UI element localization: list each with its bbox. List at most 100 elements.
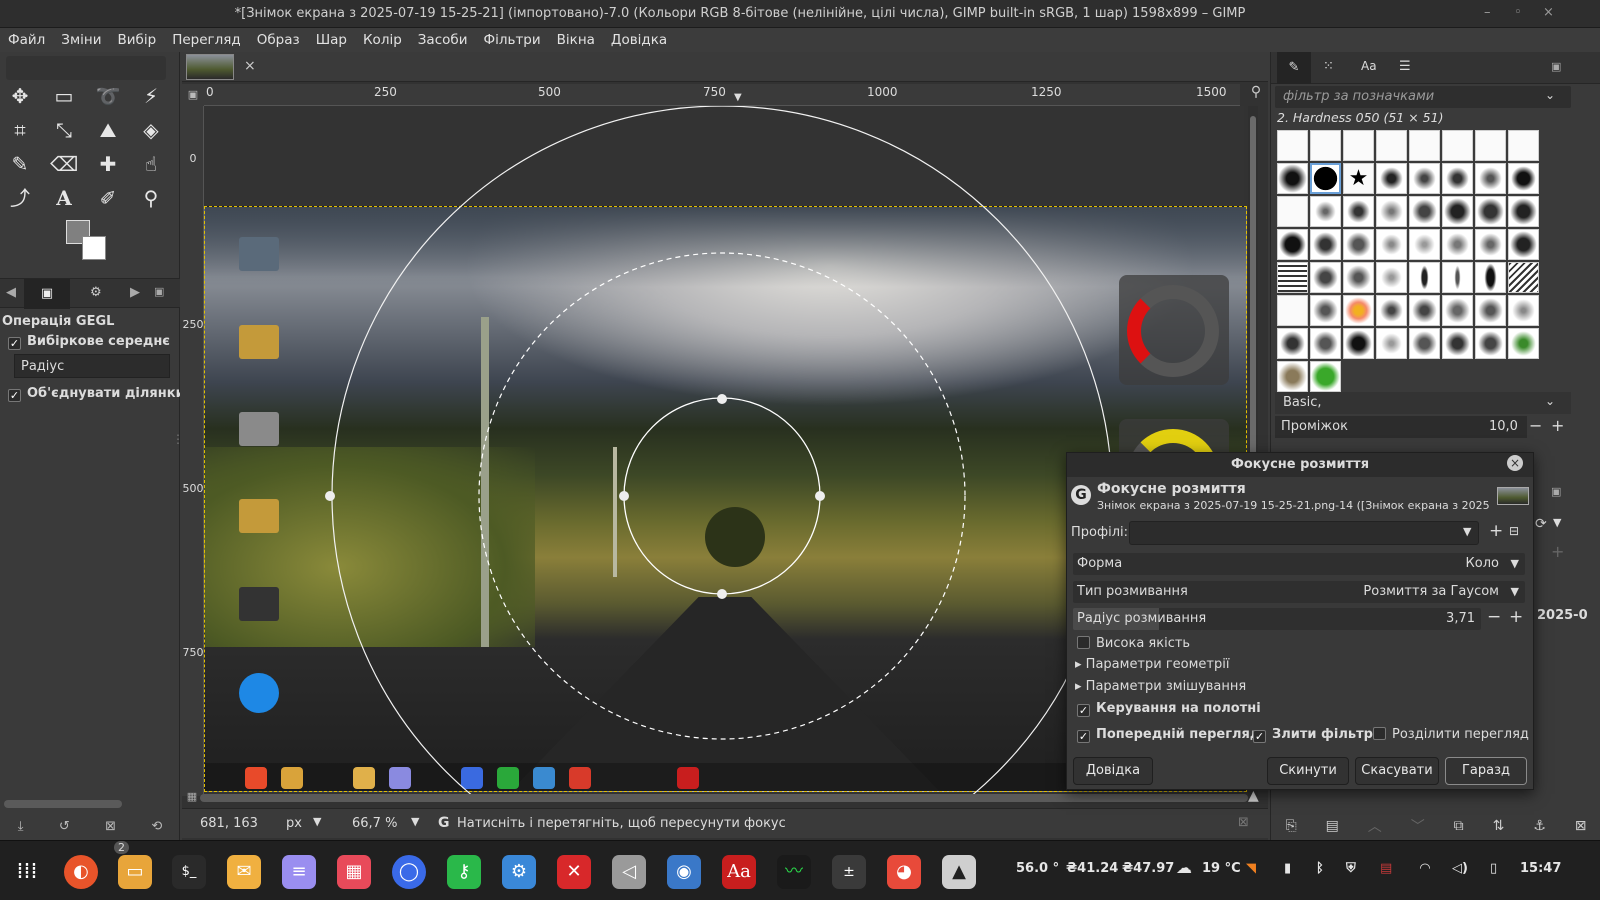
dock-menu-icon[interactable]: ▣ (1551, 485, 1561, 498)
app-launcher-icon[interactable]: ⁞⁞⁞ (10, 855, 44, 889)
heal-tool-icon[interactable]: ✚ (94, 150, 122, 178)
menu-tools[interactable]: Засоби (418, 32, 468, 48)
brush-thumb[interactable] (1277, 262, 1308, 293)
brush-thumb[interactable] (1409, 328, 1440, 359)
focus-handle[interactable] (717, 394, 727, 404)
smudge-tool-icon[interactable]: ☝ (137, 150, 165, 178)
mindmap-icon[interactable]: ⚷ (447, 855, 481, 889)
brush-grid[interactable]: ★ (1277, 130, 1541, 392)
background-color-swatch[interactable] (82, 236, 106, 260)
focus-handle[interactable] (717, 589, 727, 599)
anchor-layer-icon[interactable]: ⚓ (1533, 818, 1546, 834)
shape-select[interactable]: Форма Коло ▼ (1073, 553, 1525, 575)
radius-decrease-icon[interactable]: − (1487, 607, 1501, 627)
brush-thumb[interactable] (1409, 163, 1440, 194)
brush-thumb[interactable] (1376, 295, 1407, 326)
split-view-checkbox[interactable] (1373, 727, 1386, 740)
merge-filter-checkbox[interactable]: ✓ (1253, 730, 1266, 743)
scale-tool-icon[interactable]: ⤡ (50, 116, 78, 144)
brush-thumb[interactable] (1277, 328, 1308, 359)
screenshot-icon[interactable]: ◉ (667, 855, 701, 889)
brush-thumb[interactable] (1442, 163, 1473, 194)
high-quality-checkbox[interactable] (1077, 636, 1090, 649)
menu-windows[interactable]: Вікна (557, 32, 595, 48)
brush-thumb[interactable] (1409, 196, 1440, 227)
delete-layer-icon[interactable]: ⊠ (1575, 818, 1587, 834)
brush-thumb[interactable] (1409, 229, 1440, 260)
brush-thumb-star[interactable]: ★ (1343, 163, 1374, 194)
geometry-expander[interactable]: ▸ Параметри геометрії (1075, 657, 1229, 672)
brush-thumb[interactable] (1277, 196, 1308, 227)
layers-mode-dropdown-icon[interactable]: ▼ (1553, 516, 1561, 529)
brush-thumb-pepper[interactable] (1310, 361, 1341, 392)
midpoint-focus-circle[interactable] (478, 252, 966, 740)
wifi-icon[interactable]: ◠ (1420, 861, 1430, 876)
shape-dropdown-icon[interactable]: ▼ (1511, 553, 1519, 575)
blur-radius-slider[interactable]: Радіус розмивання 3,71 (1073, 608, 1481, 630)
text-editor-icon[interactable]: ≡ (282, 855, 316, 889)
dictionary-icon[interactable]: Aa (722, 855, 756, 889)
brush-thumb[interactable] (1475, 328, 1506, 359)
selective-mean-checkbox[interactable]: ✓ (8, 337, 21, 350)
warp-tool-icon[interactable]: ⛰ (94, 116, 122, 144)
brush-thumb[interactable] (1442, 196, 1473, 227)
volume-app-icon[interactable]: ◁ (612, 855, 646, 889)
bluetooth-icon[interactable]: ᛒ (1316, 861, 1324, 876)
horizontal-ruler[interactable]: 0 250 500 750 1000 1250 1500 ▼ (204, 84, 1240, 106)
brush-thumb[interactable] (1310, 295, 1341, 326)
selective-mean-option[interactable]: ✓ Вибіркове середнє (8, 334, 180, 350)
brush-thumb[interactable] (1442, 295, 1473, 326)
brush-thumb[interactable] (1475, 229, 1506, 260)
brush-thumb[interactable] (1277, 229, 1308, 260)
eraser-tool-icon[interactable]: ⌫ (50, 150, 78, 178)
brush-thumb[interactable] (1475, 295, 1506, 326)
preview-option[interactable]: ✓ Попередній перегляд (1077, 727, 1260, 743)
unit-select[interactable]: px (286, 816, 302, 831)
brush-thumb[interactable] (1508, 229, 1539, 260)
dialog-close-icon[interactable]: × (1507, 455, 1523, 471)
brush-thumb-wilber[interactable] (1277, 361, 1308, 392)
add-preset-icon[interactable]: + (1489, 521, 1503, 541)
brush-thumb[interactable] (1376, 196, 1407, 227)
brush-thumb-selected[interactable] (1310, 163, 1341, 194)
tab-tool-options[interactable]: ▣ (24, 279, 70, 309)
files-icon[interactable]: ▭ (118, 855, 152, 889)
high-quality-option[interactable]: Висока якість (1077, 636, 1190, 651)
terminal-icon[interactable]: $_ (172, 855, 206, 889)
brush-thumb[interactable] (1409, 262, 1440, 293)
vertical-ruler[interactable]: 0 250 500 750 (182, 106, 204, 796)
brush-thumb[interactable] (1343, 196, 1374, 227)
blur-radius-value[interactable]: 3,71 (1446, 608, 1475, 630)
brush-thumb[interactable] (1409, 130, 1440, 161)
brush-thumb[interactable] (1277, 130, 1308, 161)
brush-thumb[interactable] (1277, 295, 1308, 326)
brush-thumb[interactable] (1508, 163, 1539, 194)
zoom-fit-icon[interactable]: ⚲ (1246, 84, 1266, 106)
brush-thumb[interactable] (1508, 295, 1539, 326)
zoom-dropdown-icon[interactable]: ▼ (411, 815, 419, 828)
ok-button[interactable]: Гаразд (1445, 757, 1527, 785)
on-canvas-checkbox[interactable]: ✓ (1077, 704, 1090, 717)
menu-image[interactable]: Образ (257, 32, 300, 48)
tab-scroll-left-icon[interactable]: ◀ (6, 285, 16, 300)
preset-menu-icon[interactable]: ⊟ (1509, 524, 1519, 538)
kde-connect-icon[interactable]: ⚙ (502, 855, 536, 889)
vertical-scroll-thumb[interactable] (1250, 116, 1256, 476)
blending-expander[interactable]: ▸ Параметри змішування (1075, 679, 1246, 694)
brush-thumb[interactable] (1409, 295, 1440, 326)
brush-thumb[interactable] (1376, 229, 1407, 260)
menu-help[interactable]: Довідка (611, 32, 667, 48)
menu-filters[interactable]: Фільтри (483, 32, 540, 48)
rect-select-tool-icon[interactable]: ▭ (50, 82, 78, 110)
brush-thumb[interactable] (1310, 130, 1341, 161)
save-preset-icon[interactable]: ⤓ (18, 819, 24, 834)
split-view-option[interactable]: Розділити перегляд (1373, 727, 1529, 742)
brush-thumb[interactable] (1508, 262, 1539, 293)
brush-thumb[interactable] (1376, 262, 1407, 293)
volume-icon[interactable]: ◁) (1452, 861, 1468, 876)
text-tool-icon[interactable]: A (50, 184, 78, 212)
mail-icon[interactable]: ✉ (227, 855, 261, 889)
brush-thumb[interactable] (1310, 328, 1341, 359)
refresh-icon[interactable]: ⟳ (1535, 516, 1547, 532)
focus-handle[interactable] (325, 491, 335, 501)
